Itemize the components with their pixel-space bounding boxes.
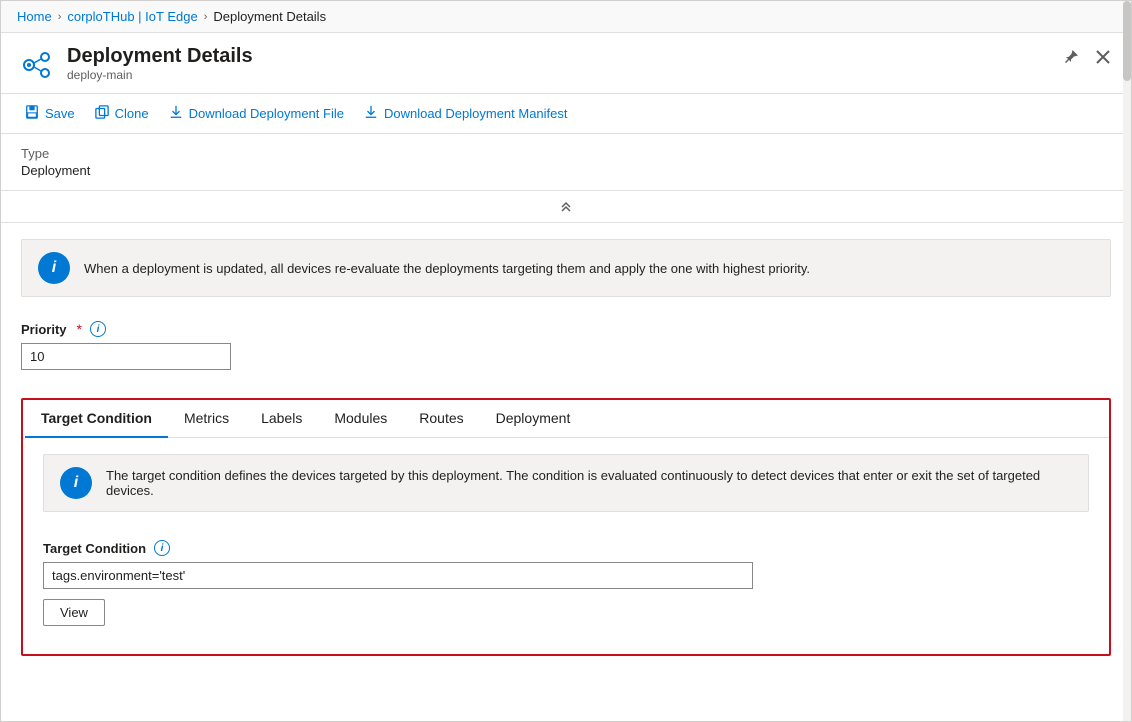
target-condition-label-row: Target Condition i [43,540,1089,556]
tab-deployment[interactable]: Deployment [480,400,587,438]
priority-label: Priority [21,322,67,337]
tab-content: i The target condition defines the devic… [23,454,1109,654]
deployment-icon [17,45,57,85]
info-icon-1: i [38,252,70,284]
update-info-text: When a deployment is updated, all device… [84,261,810,276]
target-condition-info-banner: i The target condition defines the devic… [43,454,1089,512]
target-condition-input[interactable] [43,562,753,589]
tab-target-condition[interactable]: Target Condition [25,400,168,438]
target-condition-section: Target Condition i View [23,528,1109,638]
download-file-button[interactable]: Download Deployment File [161,100,352,127]
panel-subtitle: deploy-main [67,68,253,82]
target-condition-label: Target Condition [43,541,146,556]
priority-label-row: Priority * i [21,321,1111,337]
tab-metrics[interactable]: Metrics [168,400,245,438]
download-manifest-label: Download Deployment Manifest [384,106,568,121]
target-condition-info-icon[interactable]: i [154,540,170,556]
header-actions [1059,45,1115,69]
download-manifest-icon [364,105,378,122]
clone-icon [95,105,109,122]
priority-input[interactable] [21,343,231,370]
scrollbar-thumb[interactable] [1123,1,1131,81]
breadcrumb-sep-1: › [58,11,62,23]
breadcrumb-current: Deployment Details [213,9,326,24]
panel-title: Deployment Details [67,45,253,68]
breadcrumb-sep-2: › [204,11,208,23]
collapse-button[interactable] [550,195,582,218]
deployment-details-panel: Home › corploTHub | IoT Edge › Deploymen… [0,0,1132,722]
download-file-icon [169,105,183,122]
breadcrumb: Home › corploTHub | IoT Edge › Deploymen… [1,1,1131,33]
breadcrumb-home[interactable]: Home [17,9,52,24]
info-icon-2: i [60,467,92,499]
toolbar: Save Clone Download Deployment File [1,94,1131,134]
pin-button[interactable] [1059,45,1083,69]
type-section: Type Deployment [1,134,1131,191]
tab-modules[interactable]: Modules [318,400,403,438]
save-label: Save [45,106,75,121]
close-button[interactable] [1091,45,1115,69]
save-button[interactable]: Save [17,100,83,127]
tabs-section: Target Condition Metrics Labels Modules … [21,398,1111,656]
tabs-bar: Target Condition Metrics Labels Modules … [23,400,1109,438]
panel-header: Deployment Details deploy-main [1,33,1131,94]
tab-routes[interactable]: Routes [403,400,479,438]
download-manifest-button[interactable]: Download Deployment Manifest [356,100,576,127]
clone-label: Clone [115,106,149,121]
required-star: * [77,321,82,337]
clone-button[interactable]: Clone [87,100,157,127]
target-condition-info-text: The target condition defines the devices… [106,468,1072,498]
collapse-row [1,191,1131,223]
type-value: Deployment [21,163,1111,178]
update-info-banner: i When a deployment is updated, all devi… [21,239,1111,297]
save-icon [25,105,39,122]
scrollbar-track[interactable] [1123,1,1131,721]
content-area: Type Deployment i When a deployment is u… [1,134,1131,721]
priority-info-icon[interactable]: i [90,321,106,337]
view-button[interactable]: View [43,599,105,626]
priority-section: Priority * i [1,313,1131,382]
type-label: Type [21,146,1111,161]
header-title-block: Deployment Details deploy-main [67,45,253,82]
breadcrumb-iot-hub[interactable]: corploTHub | IoT Edge [67,9,197,24]
tab-labels[interactable]: Labels [245,400,318,438]
download-file-label: Download Deployment File [189,106,344,121]
